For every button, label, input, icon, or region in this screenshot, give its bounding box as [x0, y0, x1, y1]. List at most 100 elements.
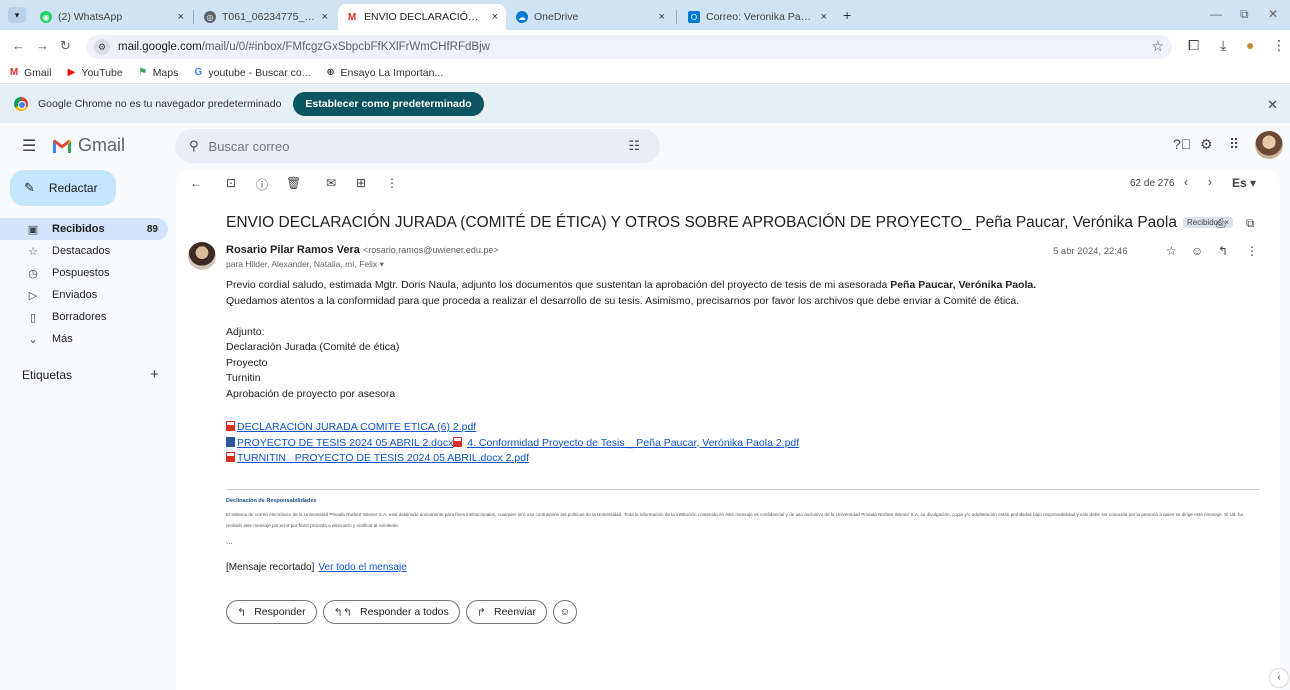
sidebar-item-inbox[interactable]: ▣ Recibidos 89: [0, 218, 168, 240]
emoji-button[interactable]: ☺: [553, 600, 578, 624]
tab-whatsapp[interactable]: ◉ (2) WhatsApp ×: [32, 4, 192, 30]
archive-icon[interactable]: ⊡: [226, 176, 236, 190]
bookmark-maps[interactable]: ⚑ Maps: [137, 67, 178, 79]
tab-pdf[interactable]: ◎ T061_06234775_M.pdf ×: [196, 4, 336, 30]
print-icon[interactable]: ⎙: [1216, 216, 1226, 231]
site-info-icon[interactable]: ⚙: [94, 39, 110, 55]
close-icon[interactable]: ×: [322, 11, 328, 23]
open-new-window-icon[interactable]: ⧉: [1246, 216, 1255, 231]
close-icon[interactable]: ×: [178, 11, 184, 23]
search-options-icon[interactable]: ☷: [628, 138, 640, 154]
report-spam-icon[interactable]: ⓘ: [256, 176, 268, 193]
bookmark-youtube[interactable]: ▶ YouTube: [65, 66, 123, 79]
reply-all-icon: ↰↰: [333, 606, 353, 619]
search-icon[interactable]: ⚲: [189, 138, 199, 154]
menu-kebab-icon[interactable]: ⋮: [1272, 37, 1286, 54]
tab-search-button[interactable]: ▾: [8, 7, 26, 23]
trimmed-content-toggle[interactable]: ...: [226, 537, 233, 546]
compose-button[interactable]: ✎ Redactar: [10, 170, 116, 206]
emoji-reaction-icon[interactable]: ☺: [1191, 244, 1203, 258]
main-menu-icon[interactable]: ☰: [22, 136, 36, 156]
search-input[interactable]: [208, 138, 589, 154]
clock-icon: ◷: [28, 267, 38, 280]
gmail-logo[interactable]: Gmail: [52, 135, 125, 156]
back-arrow-icon[interactable]: ←: [190, 176, 202, 190]
forward-button[interactable]: ↱ Reenviar: [465, 600, 548, 624]
chevron-down-icon[interactable]: ▾: [380, 259, 384, 269]
pdf-icon: [226, 421, 235, 431]
message-pane: ← ⊡ ⓘ 🗑︎ ✉ ⊞ ⋮ 62 de 276 ‹ › Es ▾ ENVIO …: [176, 170, 1280, 690]
mark-unread-icon[interactable]: ✉: [326, 176, 336, 190]
reply-actions: ↰ Responder ↰↰ Responder a todos ↱ Reenviar…: [226, 600, 578, 624]
account-avatar[interactable]: [1255, 131, 1283, 159]
delete-icon[interactable]: 🗑︎: [286, 176, 301, 190]
omnibox[interactable]: ⚙ mail.google.com/mail/u/0/#inbox/FMfcgz…: [86, 35, 1172, 59]
youtube-icon: ▶: [67, 66, 76, 78]
bookmark-ensayo[interactable]: ⊕ Ensayo La Importan...: [325, 66, 443, 79]
reload-icon[interactable]: ↻: [60, 38, 71, 54]
attachment-link[interactable]: 4. Conformidad Proyecto de Tesis _ Peña …: [467, 437, 799, 449]
globe-icon: ◎: [204, 11, 216, 23]
sender-avatar[interactable]: [188, 242, 216, 270]
forward-icon[interactable]: →: [36, 38, 49, 53]
reply-all-button[interactable]: ↰↰ Responder a todos: [322, 600, 460, 624]
close-window-button[interactable]: ✕: [1268, 7, 1278, 21]
add-label-button[interactable]: +: [150, 366, 159, 383]
attachment-links: DECLARACIÓN JURADA COMITE ETICA (6) 2.pd…: [226, 420, 799, 467]
input-language-selector[interactable]: Es ▾: [1232, 176, 1256, 190]
bookmark-star-icon[interactable]: ☆: [1151, 38, 1164, 55]
close-icon[interactable]: ✕: [1267, 97, 1278, 113]
back-icon[interactable]: ←: [12, 38, 25, 53]
new-tab-button[interactable]: +: [843, 7, 851, 23]
attachment-link[interactable]: PROYECTO DE TESIS 2024 05 ABRIL 2.docx: [237, 437, 453, 449]
download-icon[interactable]: ⤓: [1220, 37, 1226, 54]
url-text[interactable]: mail.google.com/mail/u/0/#inbox/FMfcgzGx…: [118, 41, 490, 53]
sidebar-item-snoozed[interactable]: ◷ Pospuestos: [0, 262, 168, 284]
gmail-logo-icon: [52, 138, 72, 154]
apps-grid-icon[interactable]: ⠿: [1229, 136, 1239, 153]
globe-icon: ⊕: [326, 66, 335, 78]
newer-icon[interactable]: ‹: [1184, 175, 1188, 189]
profile-icon[interactable]: ●: [1246, 37, 1254, 53]
clipped-notice: [Mensaje recortado] Ver todo el mensaje: [226, 562, 407, 573]
star-icon[interactable]: ☆: [1166, 244, 1177, 258]
more-options-icon[interactable]: ⋮: [1246, 244, 1258, 258]
move-to-icon[interactable]: ⊞: [356, 176, 366, 190]
sidebar-item-drafts[interactable]: ▯ Borradores: [0, 306, 168, 328]
side-panel-toggle-icon[interactable]: ‹: [1270, 669, 1288, 687]
adjunto-item: Turnitin: [226, 372, 261, 384]
attachment-link[interactable]: DECLARACIÓN JURADA COMITE ETICA (6) 2.pd…: [237, 421, 476, 433]
reply-icon[interactable]: ↰: [1218, 244, 1228, 258]
bookmark-youtube-search[interactable]: Gyoutube - Buscar co...: [192, 67, 310, 79]
pagination-count: 62 de 276: [1130, 178, 1175, 189]
extensions-icon[interactable]: ⧠: [1188, 37, 1199, 54]
close-icon[interactable]: ×: [821, 11, 827, 23]
tab-onedrive[interactable]: ☁ OneDrive ×: [508, 4, 673, 30]
set-default-button[interactable]: Establecer como predeterminado: [293, 92, 484, 116]
tab-gmail-active[interactable]: M ENVIO DECLARACIÓN JURADA ×: [338, 4, 506, 30]
recipients-line[interactable]: para Hilder, Alexander, Natalia, mí, Fel…: [226, 259, 384, 270]
disclaimer-text: El sistema de correo electrónico de la U…: [226, 512, 1243, 528]
gmail-header: ☰ Gmail ⚲ ☷ ?⃝ ⚙ ⠿: [0, 123, 1290, 169]
close-icon[interactable]: ×: [659, 11, 665, 23]
tab-strip: ▾ ◉ (2) WhatsApp × ◎ T061_06234775_M.pdf…: [0, 0, 1290, 30]
more-options-icon[interactable]: ⋮: [386, 176, 398, 190]
tab-outlook[interactable]: O Correo: Veronika Paola Pena Pa ×: [680, 4, 835, 30]
attachment-link[interactable]: TURNITIN_ PROYECTO DE TESIS 2024 05 ABRI…: [237, 452, 529, 464]
pencil-icon: ✎: [24, 180, 35, 195]
older-icon[interactable]: ›: [1208, 175, 1212, 189]
pdf-icon: [453, 436, 463, 447]
close-icon[interactable]: ×: [492, 11, 498, 23]
settings-gear-icon[interactable]: ⚙: [1200, 136, 1213, 153]
bookmark-gmail[interactable]: M Gmail: [8, 67, 52, 79]
sidebar-item-more[interactable]: ⌄ Más: [0, 328, 168, 350]
reply-button[interactable]: ↰ Responder: [226, 600, 317, 624]
help-icon[interactable]: ?⃝: [1173, 136, 1191, 152]
sidebar-item-sent[interactable]: ▷ Enviados: [0, 284, 168, 306]
sidebar-item-starred[interactable]: ☆ Destacados: [0, 240, 168, 262]
minimize-button[interactable]: —: [1210, 7, 1222, 21]
star-icon: ☆: [28, 245, 38, 258]
view-entire-message-link[interactable]: Ver todo el mensaje: [318, 562, 406, 573]
restore-button[interactable]: ⧉: [1240, 7, 1249, 22]
search-bar[interactable]: ⚲ ☷: [175, 129, 660, 163]
